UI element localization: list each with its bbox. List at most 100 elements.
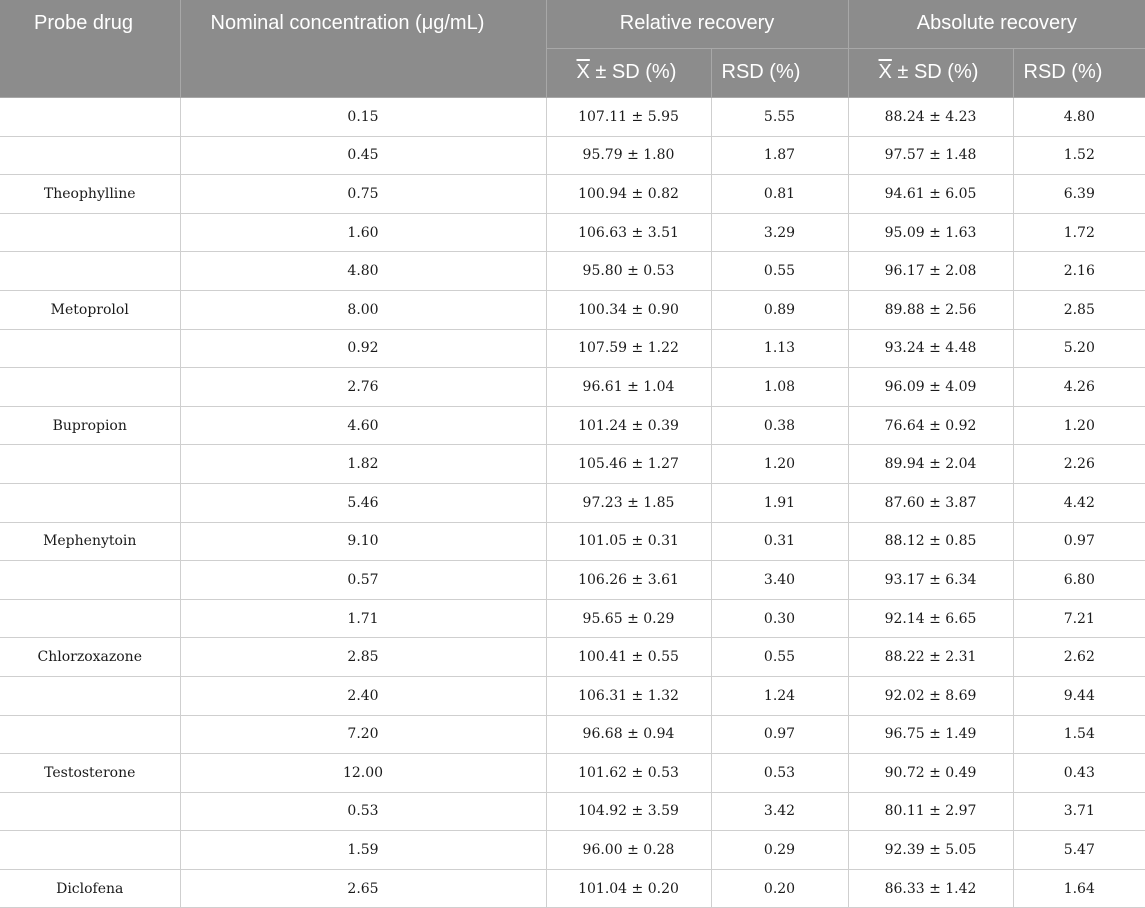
absolute-mean-sd-cell: 87.60 ± 3.87 [847,483,1014,523]
header-absolute-mean-sd: X ± SD (%) [847,48,1014,98]
absolute-mean-sd-cell: 97.57 ± 1.48 [847,136,1014,176]
absolute-mean-sd-cell: 95.09 ± 1.63 [847,213,1014,253]
header-absolute-recovery: Absolute recovery [847,0,1145,49]
probe-drug-cell: Testosterone [0,753,180,793]
table-row: Testosterone 12.00 101.62 ± 0.53 0.53 90.72 … [0,753,1145,793]
absolute-mean-sd-cell: 92.02 ± 8.69 [847,676,1014,716]
relative-mean-sd-cell: 105.46 ± 1.27 [545,444,711,484]
probe-drug-cell [0,329,180,369]
relative-mean-sd-cell: 95.79 ± 1.80 [545,136,711,176]
recovery-table: Probe drug Nominal concentration (μg/mL)… [0,0,1145,908]
table-row: Theophylline 0.75 100.94 ± 0.82 0.81 94.61 ±… [0,174,1145,214]
concentration-cell: 0.15 [179,97,546,137]
relative-rsd-cell: 1.24 [710,676,849,716]
absolute-rsd-cell: 3.71 [1012,792,1145,832]
absolute-mean-sd-cell: 86.33 ± 1.42 [847,869,1014,908]
relative-rsd-cell: 0.31 [710,522,849,562]
header-mean-sd-text: ± SD (%) [589,61,677,83]
absolute-rsd-cell: 2.85 [1012,290,1145,330]
absolute-mean-sd-cell: 88.22 ± 2.31 [847,637,1014,677]
relative-rsd-cell: 0.55 [710,637,849,677]
concentration-cell: 8.00 [179,290,546,330]
table-row: 0.45 95.79 ± 1.80 1.87 97.57 ± 1.48 1.52 [0,136,1145,176]
relative-mean-sd-cell: 100.94 ± 0.82 [545,174,711,214]
absolute-rsd-cell: 4.42 [1012,483,1145,523]
relative-rsd-cell: 0.81 [710,174,849,214]
table-row: Chlorzoxazone 2.85 100.41 ± 0.55 0.55 88.22 … [0,637,1145,677]
probe-drug-cell: Chlorzoxazone [0,637,180,677]
header-absolute-rsd: RSD (%) [1012,48,1145,98]
relative-rsd-cell: 1.20 [710,444,849,484]
relative-rsd-cell: 5.55 [710,97,849,137]
absolute-rsd-cell: 6.39 [1012,174,1145,214]
probe-drug-cell: Diclofena [0,869,180,908]
header-relative-mean-sd: X ± SD (%) [545,48,711,98]
probe-drug-cell [0,830,180,870]
absolute-mean-sd-cell: 92.14 ± 6.65 [847,599,1014,639]
table-row: 1.71 95.65 ± 0.29 0.30 92.14 ± 6.65 7.21 [0,599,1145,639]
probe-drug-cell: Metoprolol [0,290,180,330]
relative-mean-sd-cell: 96.61 ± 1.04 [545,367,711,407]
absolute-rsd-cell: 2.26 [1012,444,1145,484]
absolute-rsd-cell: 2.62 [1012,637,1145,677]
absolute-mean-sd-cell: 96.17 ± 2.08 [847,251,1014,291]
absolute-rsd-cell: 1.64 [1012,869,1145,908]
concentration-cell: 1.60 [179,213,546,253]
absolute-rsd-cell: 4.80 [1012,97,1145,137]
concentration-cell: 4.80 [179,251,546,291]
absolute-rsd-cell: 1.52 [1012,136,1145,176]
relative-rsd-cell: 0.97 [710,715,849,755]
table-body: 0.15 107.11 ± 5.95 5.55 88.24 ± 4.23 4.80 0.4… [0,97,1145,908]
relative-mean-sd-cell: 107.59 ± 1.22 [545,329,711,369]
relative-rsd-cell: 3.29 [710,213,849,253]
relative-rsd-cell: 0.30 [710,599,849,639]
absolute-rsd-cell: 6.80 [1012,560,1145,600]
absolute-rsd-cell: 5.20 [1012,329,1145,369]
table-row: 0.92 107.59 ± 1.22 1.13 93.24 ± 4.48 5.20 [0,329,1145,369]
relative-rsd-cell: 1.91 [710,483,849,523]
absolute-mean-sd-cell: 96.09 ± 4.09 [847,367,1014,407]
concentration-cell: 0.75 [179,174,546,214]
table-row: 0.15 107.11 ± 5.95 5.55 88.24 ± 4.23 4.80 [0,97,1145,137]
concentration-cell: 0.92 [179,329,546,369]
relative-mean-sd-cell: 101.24 ± 0.39 [545,406,711,446]
relative-rsd-cell: 3.40 [710,560,849,600]
relative-rsd-cell: 0.20 [710,869,849,908]
absolute-mean-sd-cell: 89.88 ± 2.56 [847,290,1014,330]
concentration-cell: 5.46 [179,483,546,523]
absolute-rsd-cell: 1.72 [1012,213,1145,253]
relative-rsd-cell: 0.89 [710,290,849,330]
xbar-symbol: X [576,61,590,83]
relative-rsd-cell: 0.55 [710,251,849,291]
probe-drug-cell [0,251,180,291]
relative-rsd-cell: 0.38 [710,406,849,446]
relative-mean-sd-cell: 101.04 ± 0.20 [545,869,711,908]
probe-drug-cell: Theophylline [0,174,180,214]
relative-mean-sd-cell: 106.31 ± 1.32 [545,676,711,716]
concentration-cell: 1.71 [179,599,546,639]
table-row: 2.76 96.61 ± 1.04 1.08 96.09 ± 4.09 4.26 [0,367,1145,407]
table-row: Diclofena 2.65 101.04 ± 0.20 0.20 86.33 ± 1.… [0,869,1145,908]
absolute-mean-sd-cell: 92.39 ± 5.05 [847,830,1014,870]
relative-mean-sd-cell: 106.63 ± 3.51 [545,213,711,253]
absolute-rsd-cell: 1.54 [1012,715,1145,755]
header-mean-sd-text: ± SD (%) [891,61,979,83]
concentration-cell: 2.76 [179,367,546,407]
absolute-mean-sd-cell: 90.72 ± 0.49 [847,753,1014,793]
concentration-cell: 0.53 [179,792,546,832]
probe-drug-cell [0,444,180,484]
absolute-mean-sd-cell: 93.24 ± 4.48 [847,329,1014,369]
relative-mean-sd-cell: 107.11 ± 5.95 [545,97,711,137]
absolute-mean-sd-cell: 80.11 ± 2.97 [847,792,1014,832]
absolute-rsd-cell: 7.21 [1012,599,1145,639]
absolute-rsd-cell: 5.47 [1012,830,1145,870]
absolute-mean-sd-cell: 93.17 ± 6.34 [847,560,1014,600]
relative-mean-sd-cell: 96.68 ± 0.94 [545,715,711,755]
header-relative-recovery: Relative recovery [545,0,849,49]
concentration-cell: 9.10 [179,522,546,562]
absolute-rsd-cell: 0.97 [1012,522,1145,562]
table-row: 0.57 106.26 ± 3.61 3.40 93.17 ± 6.34 6.80 [0,560,1145,600]
absolute-mean-sd-cell: 88.24 ± 4.23 [847,97,1014,137]
absolute-rsd-cell: 4.26 [1012,367,1145,407]
concentration-cell: 0.45 [179,136,546,176]
